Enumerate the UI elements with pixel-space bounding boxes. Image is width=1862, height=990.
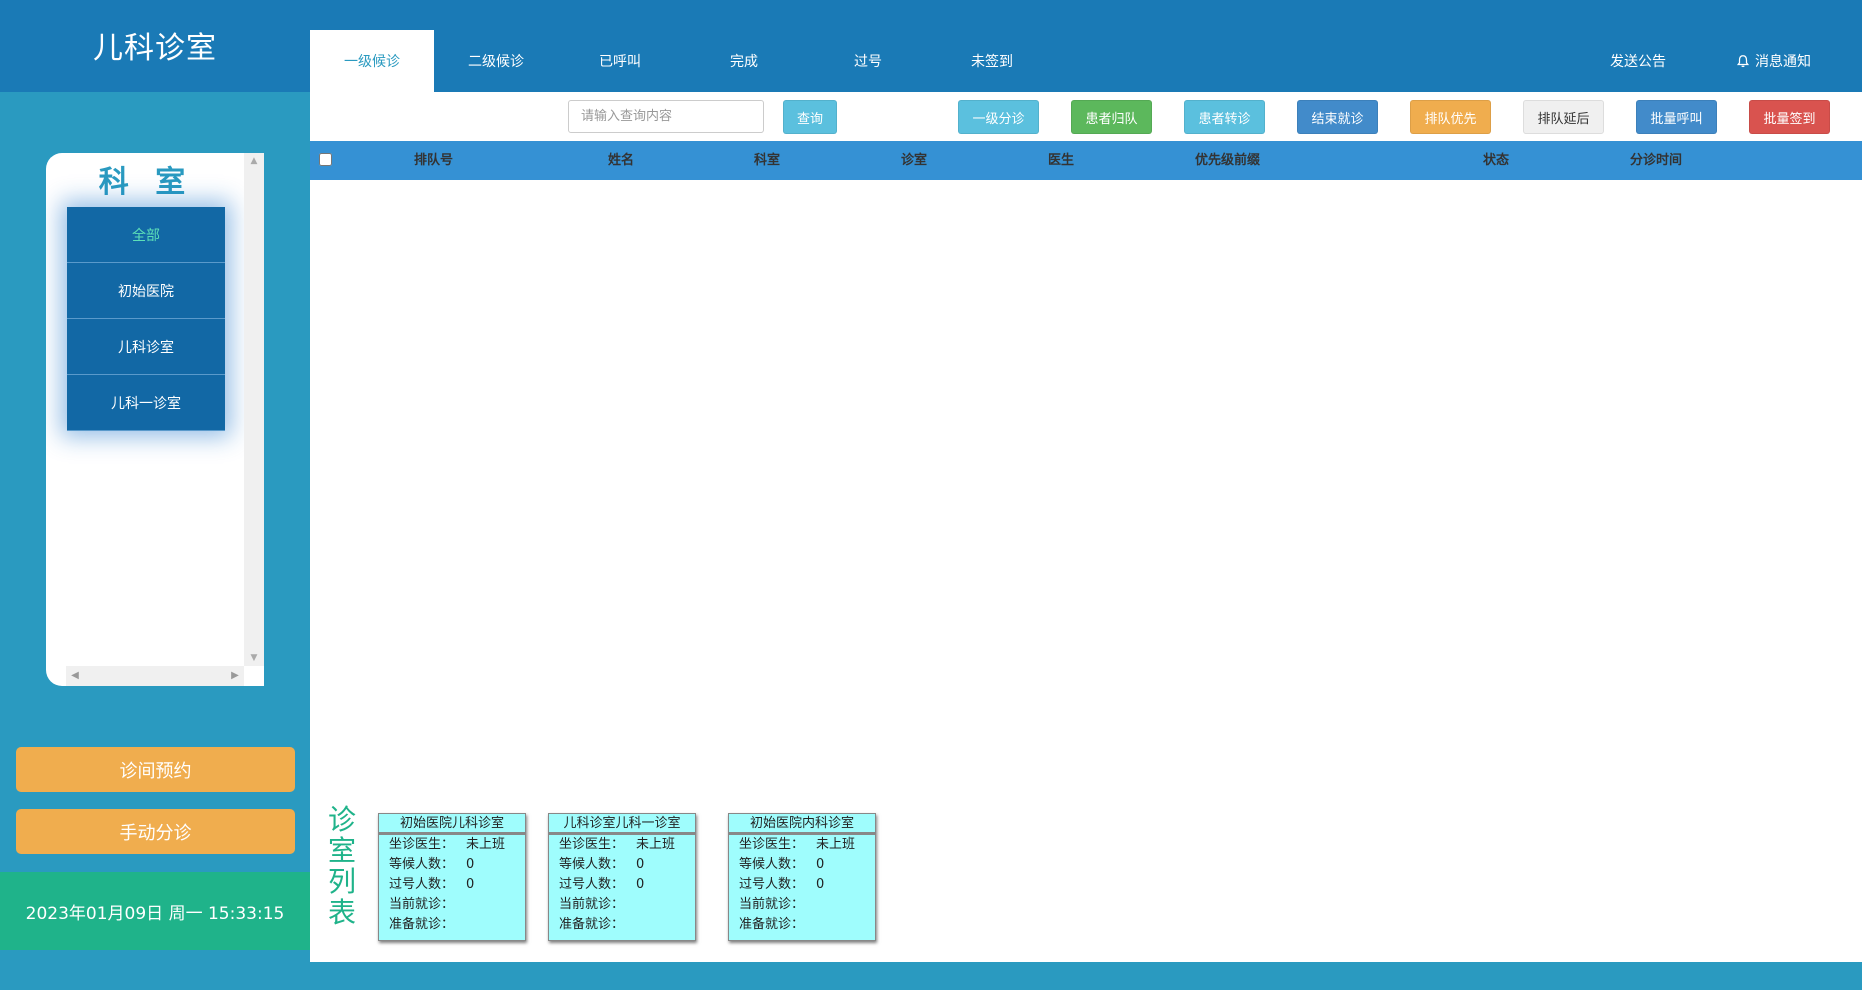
room-list-label: 诊室列表: [327, 803, 356, 929]
tab-called[interactable]: 已呼叫: [558, 30, 682, 92]
horizontal-scrollbar[interactable]: ◀ ▶: [66, 666, 244, 686]
room-waiting-value: 0: [466, 857, 475, 872]
tab-done[interactable]: 完成: [682, 30, 806, 92]
room-doctor-value: 未上班: [466, 837, 506, 852]
patient-return-button[interactable]: 患者归队: [1071, 100, 1152, 134]
room-next-row: 准备就诊：: [559, 917, 625, 932]
bell-icon: [1736, 55, 1750, 68]
room-card-title: 初始医院内科诊室: [729, 814, 875, 835]
datetime-display: 2023年01月09日 周一 15:33:15: [0, 872, 310, 950]
room-missed-row: 过号人数： 0: [389, 877, 475, 892]
room-current-row: 当前就诊：: [739, 897, 805, 912]
query-button[interactable]: 查询: [783, 100, 837, 134]
department-title: 科 室: [98, 165, 194, 200]
room-card[interactable]: 儿科诊室儿科一诊室 坐诊医生： 未上班 等候人数： 0 过号人数： 0 当前就诊： 准…: [548, 813, 696, 941]
scroll-up-icon[interactable]: ▲: [244, 153, 264, 169]
column-room: 诊室: [901, 153, 928, 168]
batch-signin-button[interactable]: 批量签到: [1749, 100, 1830, 134]
batch-call-button[interactable]: 批量呼叫: [1636, 100, 1717, 134]
end-visit-button[interactable]: 结束就诊: [1297, 100, 1378, 134]
select-all-checkbox[interactable]: [319, 153, 332, 166]
queue-delay-button[interactable]: 排队延后: [1523, 100, 1604, 134]
room-next-row: 准备就诊：: [739, 917, 805, 932]
room-waiting-value: 0: [816, 857, 825, 872]
tab-missed[interactable]: 过号: [806, 30, 930, 92]
table-header: 排队号 姓名 科室 诊室 医生 优先级前缀 状态 分诊时间: [310, 141, 1862, 180]
department-item-initial-hospital[interactable]: 初始医院: [67, 263, 225, 319]
department-item-all[interactable]: 全部: [67, 207, 225, 263]
room-waiting-value: 0: [636, 857, 645, 872]
room-doctor-row: 坐诊医生： 未上班: [739, 837, 856, 852]
department-item-pediatric-room-1[interactable]: 儿科一诊室: [67, 375, 225, 431]
messages-link[interactable]: 消息通知: [1736, 30, 1811, 92]
room-waiting-row: 等候人数： 0: [739, 857, 825, 872]
column-priority-prefix: 优先级前缀: [1195, 153, 1261, 168]
tab-level1-waiting[interactable]: 一级候诊: [310, 30, 434, 92]
main-content: 查询 一级分诊 患者归队 患者转诊 结束就诊 排队优先 排队延后 批量呼叫 批量…: [310, 92, 1862, 962]
bottom-strip: [310, 962, 1862, 990]
room-card-title: 初始医院儿科诊室: [379, 814, 525, 835]
room-doctor-row: 坐诊医生： 未上班: [389, 837, 506, 852]
sidebar: 儿科诊室 科 室 全部 初始医院 儿科诊室 儿科一诊室 ▲ ▼ ◀ ▶ 诊间预约…: [0, 0, 310, 990]
queue-priority-button[interactable]: 排队优先: [1410, 100, 1491, 134]
room-card-title: 儿科诊室儿科一诊室: [549, 814, 695, 835]
room-missed-row: 过号人数： 0: [559, 877, 645, 892]
room-doctor-value: 未上班: [816, 837, 856, 852]
room-card[interactable]: 初始医院内科诊室 坐诊医生： 未上班 等候人数： 0 过号人数： 0 当前就诊： 准备…: [728, 813, 876, 941]
room-missed-value: 0: [466, 877, 475, 892]
room-missed-value: 0: [636, 877, 645, 892]
column-name: 姓名: [608, 153, 635, 168]
room-missed-value: 0: [816, 877, 825, 892]
messages-label: 消息通知: [1755, 54, 1811, 70]
send-notice-link[interactable]: 发送公告: [1610, 30, 1666, 92]
department-panel: 科 室 全部 初始医院 儿科诊室 儿科一诊室 ▲ ▼ ◀ ▶: [46, 153, 264, 686]
room-current-row: 当前就诊：: [389, 897, 455, 912]
scroll-right-icon[interactable]: ▶: [228, 666, 242, 686]
room-card[interactable]: 初始医院儿科诊室 坐诊医生： 未上班 等候人数： 0 过号人数： 0 当前就诊： 准备…: [378, 813, 526, 941]
column-queue-no: 排队号: [414, 153, 454, 168]
appointment-button[interactable]: 诊间预约: [16, 747, 295, 792]
vertical-scrollbar[interactable]: ▲ ▼: [244, 153, 264, 666]
room-waiting-row: 等候人数： 0: [559, 857, 645, 872]
top-nav: 一级候诊 二级候诊 已呼叫 完成 过号 未签到 发送公告 消息通知: [310, 0, 1862, 92]
department-item-pediatric-room[interactable]: 儿科诊室: [67, 319, 225, 375]
column-status: 状态: [1483, 153, 1510, 168]
tab-not-signed[interactable]: 未签到: [930, 30, 1054, 92]
toolbar: 查询 一级分诊 患者归队 患者转诊 结束就诊 排队优先 排队延后 批量呼叫 批量…: [310, 92, 1862, 141]
tab-level2-waiting[interactable]: 二级候诊: [434, 30, 558, 92]
level1-triage-button[interactable]: 一级分诊: [958, 100, 1039, 134]
room-current-row: 当前就诊：: [559, 897, 625, 912]
column-doctor: 医生: [1048, 153, 1075, 168]
room-waiting-row: 等候人数： 0: [389, 857, 475, 872]
room-missed-row: 过号人数： 0: [739, 877, 825, 892]
room-doctor-row: 坐诊医生： 未上班: [559, 837, 676, 852]
column-department: 科室: [754, 153, 781, 168]
column-triage-time: 分诊时间: [1630, 153, 1683, 168]
department-list: 全部 初始医院 儿科诊室 儿科一诊室: [67, 207, 225, 431]
search-input[interactable]: [568, 100, 764, 133]
scroll-down-icon[interactable]: ▼: [244, 650, 264, 666]
room-next-row: 准备就诊：: [389, 917, 455, 932]
manual-triage-button[interactable]: 手动分诊: [16, 809, 295, 854]
patient-transfer-button[interactable]: 患者转诊: [1184, 100, 1265, 134]
app-title: 儿科诊室: [0, 0, 310, 92]
scroll-left-icon[interactable]: ◀: [68, 666, 82, 686]
room-doctor-value: 未上班: [636, 837, 676, 852]
